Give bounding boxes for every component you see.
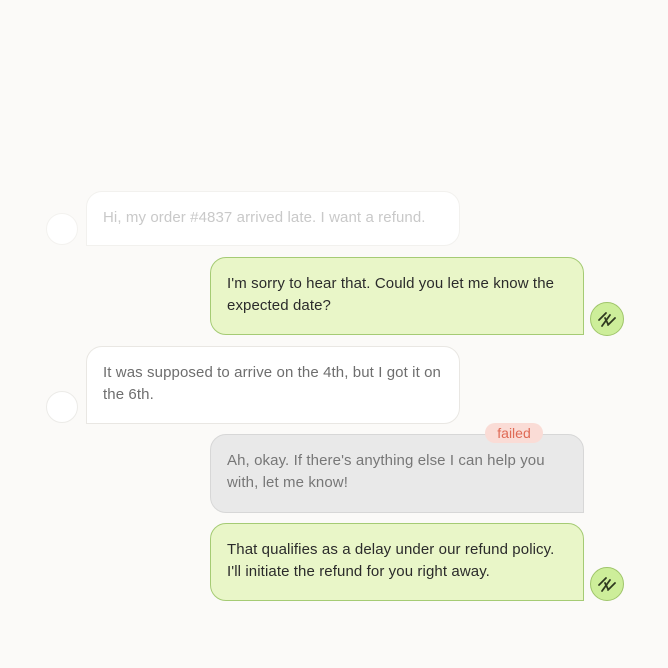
message-text: Hi, my order #4837 arrived late. I want …: [103, 209, 426, 226]
failed-status-badge: failed: [485, 423, 543, 443]
user-message-bubble: It was supposed to arrive on the 4th, bu…: [86, 346, 460, 424]
message-text: I'm sorry to hear that. Could you let me…: [227, 275, 555, 314]
agent-avatar: [590, 567, 624, 601]
message-text: It was supposed to arrive on the 4th, bu…: [103, 364, 442, 403]
user-avatar: [46, 391, 78, 423]
chat-thread: Hi, my order #4837 arrived late. I want …: [0, 0, 668, 668]
message-text: That qualifies as a delay under our refu…: [227, 541, 555, 580]
user-message-bubble: Hi, my order #4837 arrived late. I want …: [86, 191, 460, 246]
agent-message-bubble: I'm sorry to hear that. Could you let me…: [210, 257, 584, 335]
agent-logo-icon: [598, 312, 616, 327]
message-text: Ah, okay. If there's anything else I can…: [227, 452, 545, 491]
failed-message-bubble[interactable]: Ah, okay. If there's anything else I can…: [210, 434, 584, 513]
agent-logo-icon: [598, 577, 616, 592]
user-avatar: [46, 213, 78, 245]
agent-message-bubble: That qualifies as a delay under our refu…: [210, 523, 584, 601]
agent-avatar: [590, 302, 624, 336]
